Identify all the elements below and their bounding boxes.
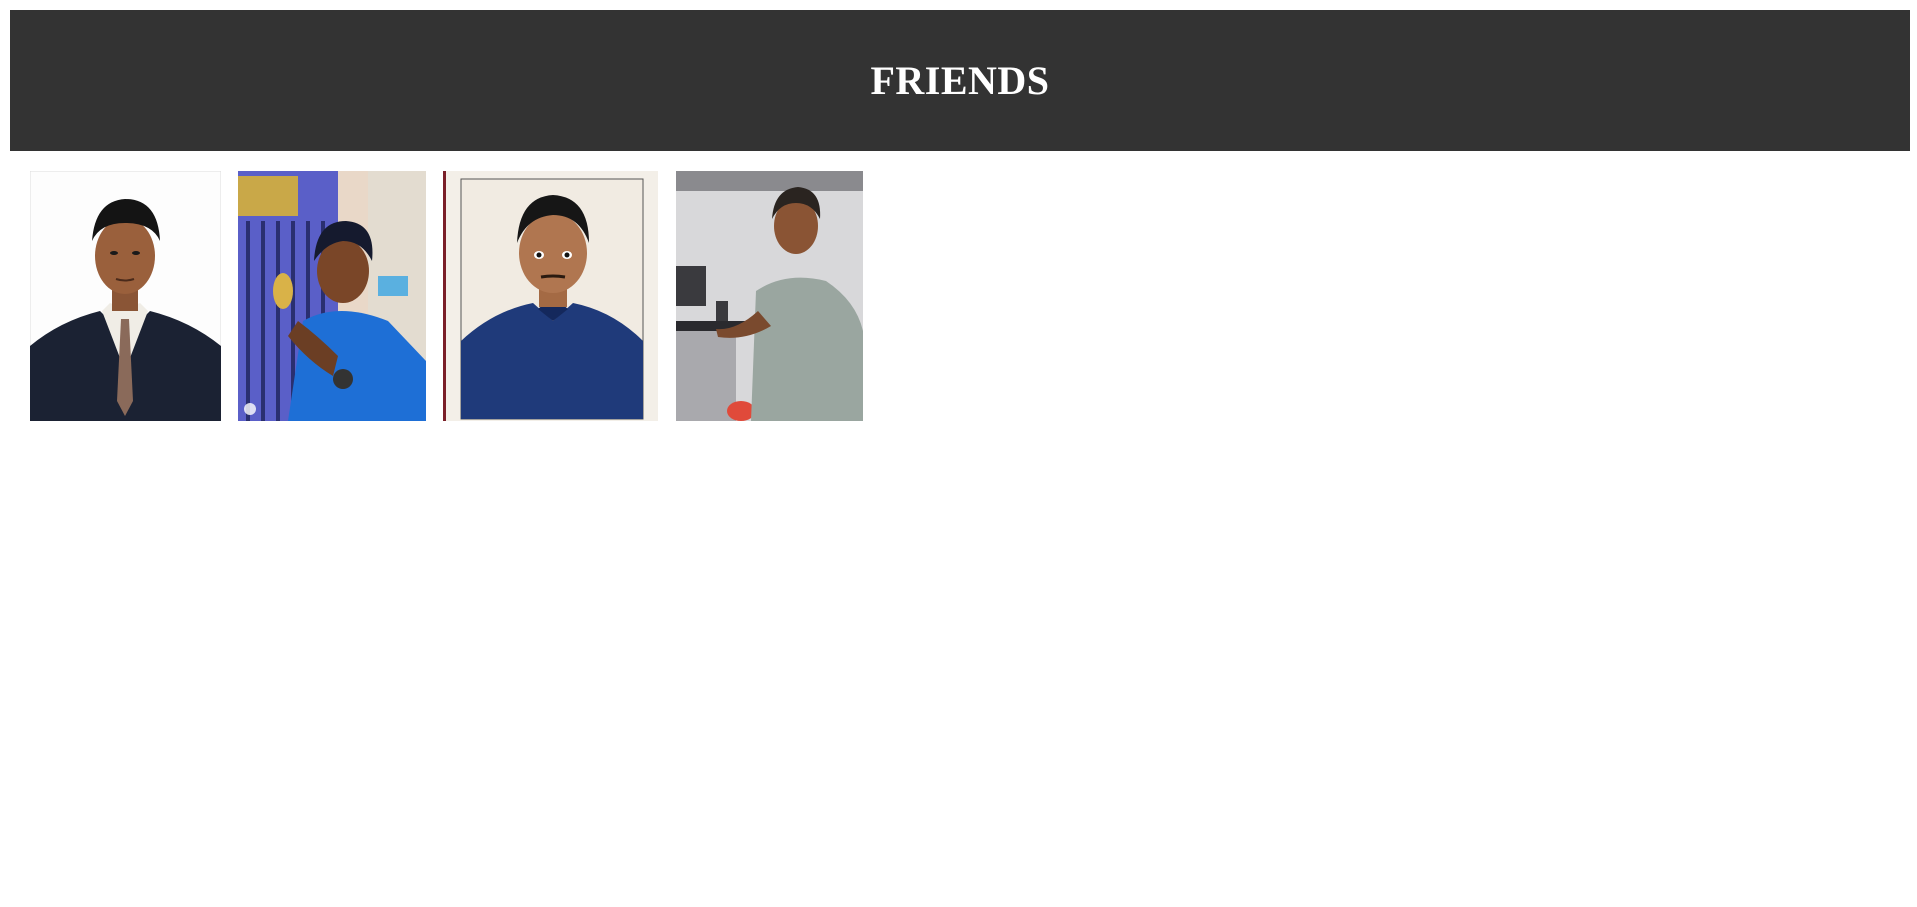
- photo-gallery: [0, 171, 1917, 421]
- friend-photo-3[interactable]: [443, 171, 658, 421]
- friend-photo-4[interactable]: [676, 171, 863, 421]
- friend-photo-1[interactable]: [30, 171, 221, 421]
- friend-photo-2[interactable]: [238, 171, 426, 421]
- page-title: FRIENDS: [870, 58, 1050, 103]
- page-header: FRIENDS: [10, 10, 1910, 151]
